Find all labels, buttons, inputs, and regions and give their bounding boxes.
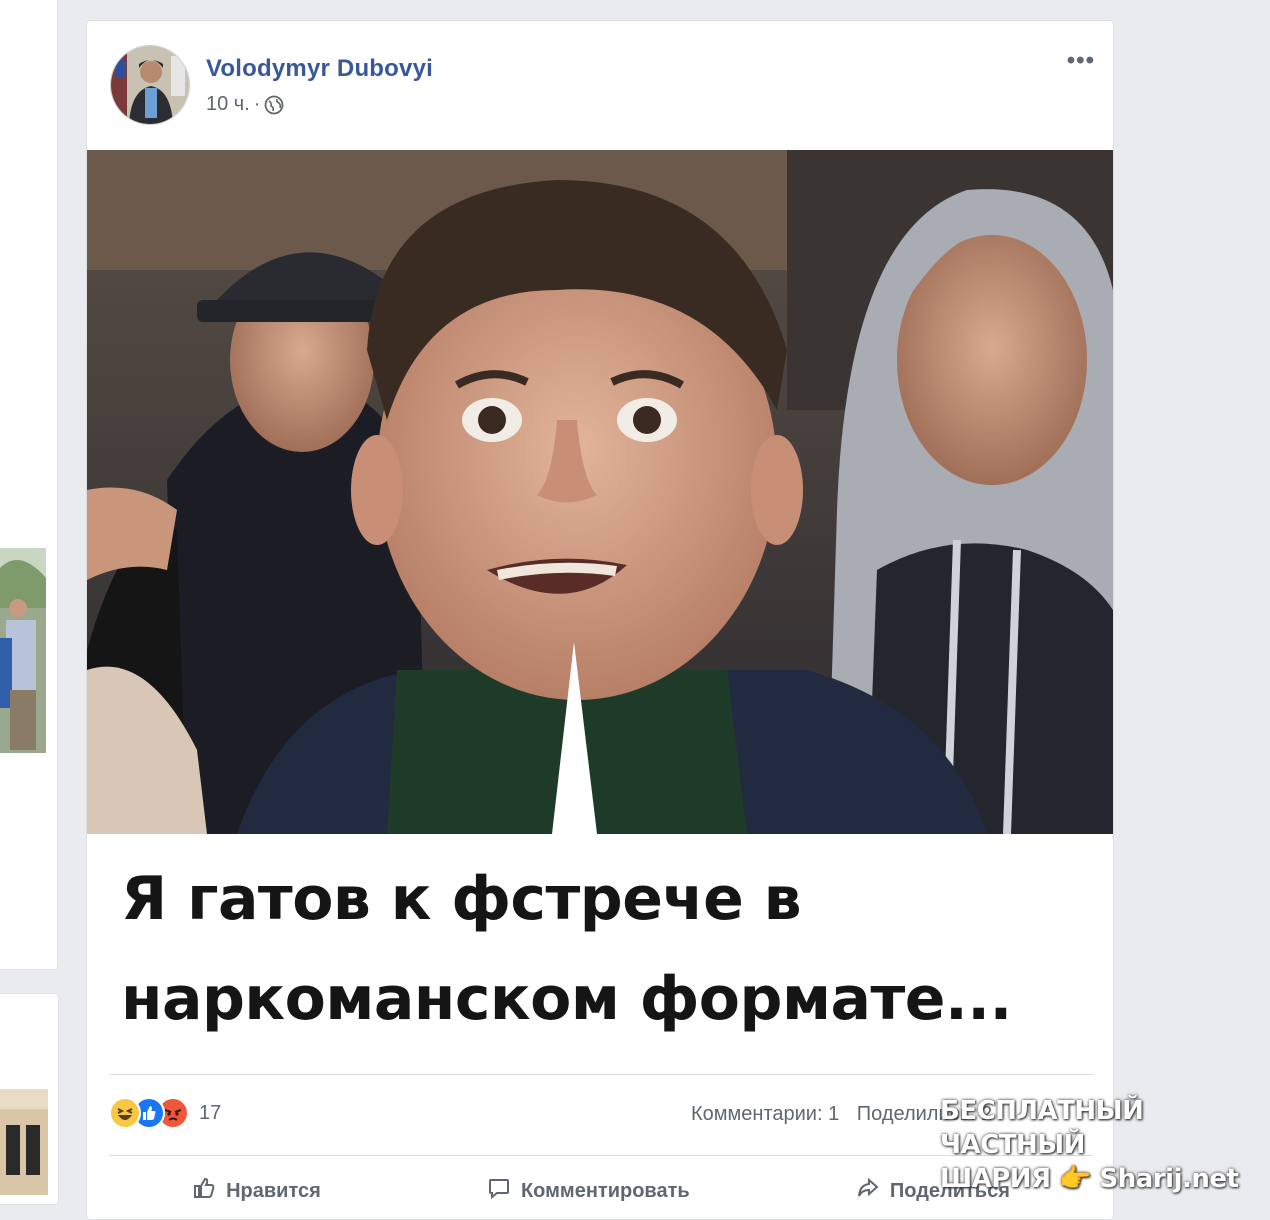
post-timestamp-link[interactable]: 10 ч. — [206, 93, 250, 116]
post-photo[interactable] — [87, 150, 1113, 834]
caption-line-1: Я гатов к фстрече в — [121, 864, 802, 934]
feed-post: Volodymyr Dubovyi 10 ч. · ••• Я гатов к … — [86, 20, 1114, 1220]
divider — [109, 1074, 1093, 1075]
thumbs-up-icon — [192, 1176, 216, 1206]
globe-icon[interactable] — [264, 95, 284, 115]
left-feed-card — [0, 0, 58, 970]
left-card-photo[interactable] — [0, 548, 46, 753]
author-avatar[interactable] — [110, 45, 190, 125]
comment-label: Комментировать — [520, 1179, 690, 1202]
post-meta: 10 ч. · — [206, 93, 284, 116]
watermark-line-1: БЕСПЛАТНЫЙ ЧАСТНЫЙ — [940, 1096, 1144, 1160]
share-arrow-icon — [856, 1176, 880, 1206]
caption-line-2: наркоманском формате... — [121, 964, 1012, 1034]
left-card-photo[interactable] — [0, 1089, 48, 1195]
comment-button[interactable]: Комментировать — [487, 1176, 690, 1206]
author-name-link[interactable]: Volodymyr Dubovyi — [206, 55, 433, 83]
like-button[interactable]: Нравится — [192, 1176, 321, 1206]
reaction-count[interactable]: 17 — [199, 1102, 221, 1125]
image-caption-panel: Я гатов к фстрече в наркоманском формате… — [87, 834, 1113, 1074]
reactions-summary[interactable]: 17 — [109, 1097, 221, 1129]
comments-count-link[interactable]: Комментарии: 1 — [691, 1103, 839, 1125]
like-label: Нравится — [226, 1179, 321, 1202]
watermark-line-2: ШАРИЯ 👉 Sharij.net — [940, 1164, 1239, 1194]
haha-reaction-icon — [109, 1097, 141, 1129]
watermark: БЕСПЛАТНЫЙ ЧАСТНЫЙ ШАРИЯ 👉 Sharij.net — [940, 1094, 1270, 1196]
meta-separator: · — [253, 93, 261, 115]
post-options-button[interactable]: ••• — [1067, 47, 1095, 75]
comment-icon — [487, 1176, 511, 1206]
